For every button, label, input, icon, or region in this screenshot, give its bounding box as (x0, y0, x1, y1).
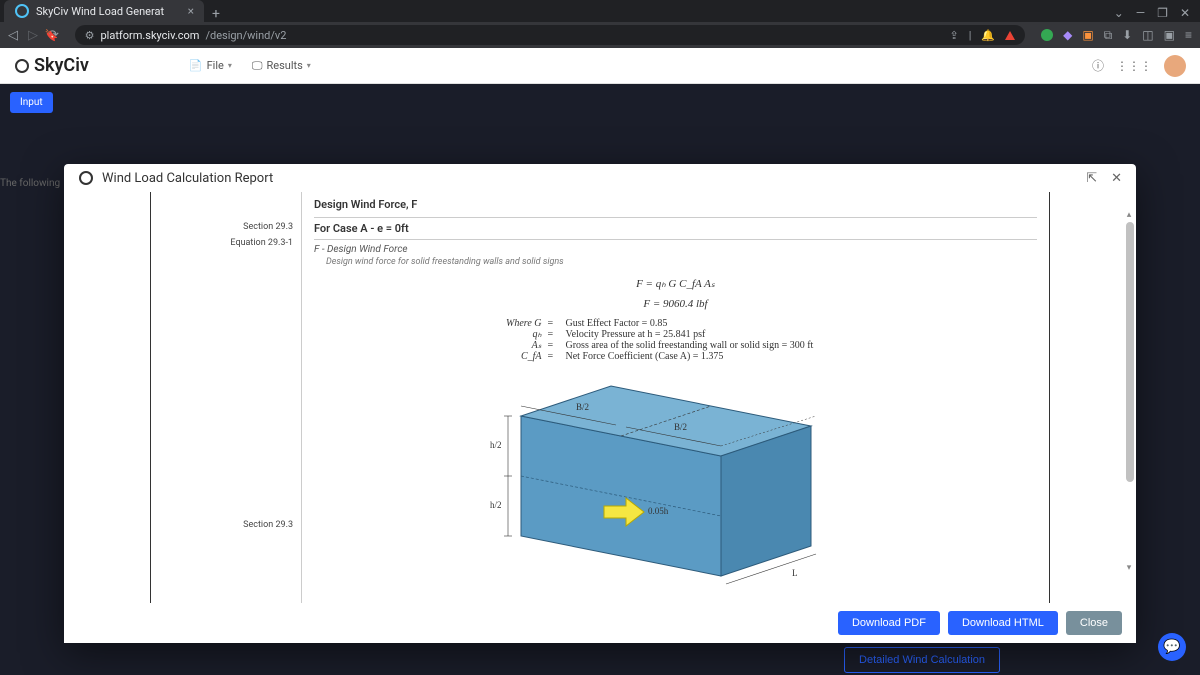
scroll-thumb[interactable] (1126, 222, 1134, 482)
report-refs-column: Section 29.3 Equation 29.3-1 Section 29.… (151, 192, 301, 603)
modal-title: Wind Load Calculation Report (102, 171, 273, 186)
modal-header: Wind Load Calculation Report ⇱ ✕ (64, 164, 1136, 192)
figure-case-a-diagram: B/2 B/2 h/2 h/2 0.05h L (466, 376, 886, 603)
where-row: Where G = Gust Effect Factor = 0.85 (456, 318, 896, 329)
ref-section: Section 29.3 (159, 520, 293, 530)
skyciv-logo-icon (14, 58, 30, 74)
tab-title: SkyCiv Wind Load Generat (36, 5, 164, 18)
app-logo[interactable]: SkyCiv (14, 55, 89, 76)
chat-bubble-icon[interactable]: 💬 (1158, 633, 1186, 661)
scroll-up-icon[interactable]: ▴ (1124, 210, 1134, 220)
input-tab[interactable]: Input (10, 92, 53, 113)
app-header: SkyCiv 📄 File ▾ 🖵 Results ▾ ⓘ ⋮⋮⋮ (0, 48, 1200, 84)
browser-chrome: SkyCiv Wind Load Generat × + ⌄ — ❐ ✕ ◁ ▷… (0, 0, 1200, 48)
forward-icon[interactable]: ▷ (28, 28, 38, 43)
tab-strip: SkyCiv Wind Load Generat × + ⌄ — ❐ ✕ (0, 0, 1200, 22)
account-icon[interactable]: ▣ (1164, 28, 1175, 42)
where-row: C_fA = Net Force Coefficient (Case A) = … (456, 351, 896, 362)
address-bar-row: ◁ ▷ ⟳ 🔖 ⚙ platform.skyciv.com/design/win… (0, 22, 1200, 48)
detailed-wind-calc-button[interactable]: Detailed Wind Calculation (844, 647, 1000, 673)
ext-notif-icon[interactable]: 🔔 (981, 29, 995, 42)
download-icon[interactable]: ⬇ (1122, 28, 1132, 42)
panel-icon[interactable]: ◫ (1142, 28, 1153, 42)
window-restore-icon[interactable]: ❐ (1157, 6, 1168, 20)
chevron-down-icon[interactable]: ⌄ (1114, 6, 1124, 20)
scroll-down-icon[interactable]: ▾ (1124, 563, 1134, 573)
modal-body: ▴ ▾ Section 29.3 Equation 29.3-1 Section… (64, 192, 1136, 603)
svg-text:L: L (792, 568, 798, 578)
browser-tab[interactable]: SkyCiv Wind Load Generat × (4, 0, 204, 22)
results-menu[interactable]: 🖵 Results ▾ (252, 59, 311, 73)
where-block: Where G = Gust Effect Factor = 0.85 qₕ =… (456, 318, 896, 362)
close-tab-icon[interactable]: × (188, 4, 194, 18)
back-icon[interactable]: ◁ (8, 28, 18, 43)
ext-orange-icon[interactable]: ▣ (1082, 28, 1093, 42)
modal-footer: Download PDF Download HTML Close (64, 603, 1136, 643)
case-a-label: For Case A - e = 0ft (314, 217, 1037, 239)
download-pdf-button[interactable]: Download PDF (838, 611, 940, 635)
ref-section: Section 29.3 (159, 222, 293, 232)
svg-text:h/2: h/2 (490, 500, 502, 510)
report-main-column: Design Wind Force, F For Case A - e = 0f… (301, 192, 1049, 603)
where-row: Aₛ = Gross area of the solid freestandin… (456, 340, 896, 351)
help-icon[interactable]: ⓘ (1092, 57, 1104, 74)
scrollbar[interactable]: ▴ ▾ (1126, 222, 1134, 553)
url-path: /design/wind/v2 (205, 29, 286, 42)
section-heading: Design Wind Force, F (314, 198, 1037, 211)
results-icon: 🖵 (252, 59, 263, 73)
skyciv-logo-icon (78, 170, 94, 186)
svg-text:0.05h: 0.05h (648, 506, 669, 516)
svg-text:B/2: B/2 (576, 402, 589, 412)
extensions-icon[interactable]: ⧉ (1104, 28, 1113, 43)
download-html-button[interactable]: Download HTML (948, 611, 1058, 635)
bookmark-icon[interactable]: 🔖 (45, 29, 59, 42)
formula-result: F = 9060.4 lbf (314, 298, 1037, 310)
window-close-icon[interactable]: ✕ (1180, 6, 1190, 20)
chevron-down-icon: ▾ (307, 61, 311, 70)
menu-icon[interactable]: ≡ (1185, 28, 1192, 42)
brand-text: SkyCiv (34, 55, 89, 76)
avatar[interactable] (1164, 55, 1186, 77)
apps-icon[interactable]: ⋮⋮⋮ (1116, 59, 1152, 73)
browser-right-icons: ◆ ▣ ⧉ ⬇ ◫ ▣ ≡ (1041, 28, 1192, 43)
modal-close-icon[interactable]: ✕ (1111, 171, 1122, 186)
site-settings-icon[interactable]: ⚙ (85, 29, 95, 42)
report-page: Section 29.3 Equation 29.3-1 Section 29.… (150, 192, 1050, 603)
url-host: platform.skyciv.com (100, 29, 199, 42)
svg-text:h/2: h/2 (490, 440, 502, 450)
force-description: Design wind force for solid freestanding… (314, 257, 1037, 267)
where-row: qₕ = Velocity Pressure at h = 25.841 psf (456, 329, 896, 340)
share-icon[interactable]: ⇪ (949, 29, 958, 42)
ext-diamond-icon[interactable]: ◆ (1063, 28, 1072, 42)
ext-warning-icon[interactable] (1005, 31, 1015, 40)
ref-equation: Equation 29.3-1 (159, 238, 293, 248)
ext-green-icon[interactable] (1041, 29, 1053, 41)
svg-text:B/2: B/2 (674, 422, 687, 432)
background-text: The following (0, 178, 60, 189)
force-label: F - Design Wind Force (314, 239, 1037, 257)
skyciv-favicon-icon (14, 3, 30, 19)
formula-main: F = qₕ G C_fA Aₛ (314, 277, 1037, 290)
app-body: Input The following Detailed Wind Calcul… (0, 84, 1200, 675)
file-icon: 📄 (189, 59, 203, 72)
window-minimize-icon[interactable]: — (1136, 6, 1145, 20)
report-modal: Wind Load Calculation Report ⇱ ✕ ▴ ▾ Sec… (64, 164, 1136, 643)
popout-icon[interactable]: ⇱ (1086, 171, 1097, 186)
file-menu[interactable]: 📄 File ▾ (189, 59, 232, 72)
close-button[interactable]: Close (1066, 611, 1122, 635)
new-tab-button[interactable]: + (204, 6, 228, 22)
url-bar[interactable]: 🔖 ⚙ platform.skyciv.com/design/wind/v2 ⇪… (75, 25, 1025, 45)
chevron-down-icon: ▾ (228, 61, 232, 70)
